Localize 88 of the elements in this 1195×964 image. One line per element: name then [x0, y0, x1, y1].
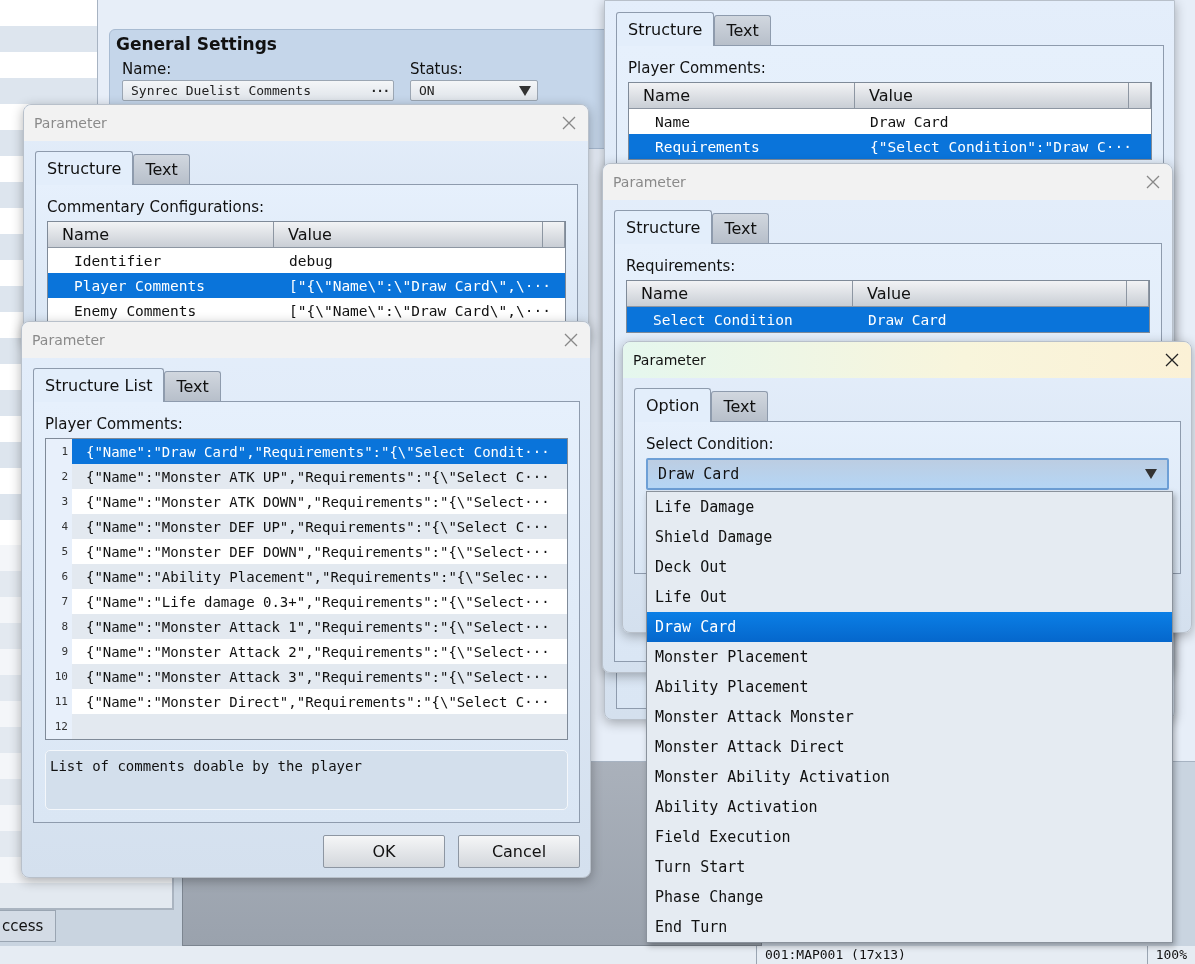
column-header: Value [855, 83, 1129, 109]
caret-icon [1145, 469, 1157, 479]
list-item[interactable]: {"Name":"Life damage 0.3+","Requirements":"{\"Select··· [72, 589, 567, 614]
line-number: 10 [46, 664, 72, 689]
table-cell-text: Requirements [654, 138, 761, 155]
table-cell-text: debug [288, 252, 334, 269]
dropdown-option[interactable]: Field Execution [647, 822, 1172, 852]
dropdown-option[interactable]: Shield Damage [647, 522, 1172, 552]
dropdown-option[interactable]: Monster Ability Activation [647, 762, 1172, 792]
table-cell-text: Identifier [73, 252, 163, 269]
dropdown-option[interactable]: Life Out [647, 582, 1172, 612]
table-cell-text: Enemy Comments [73, 302, 198, 319]
line-number: 3 [46, 489, 72, 514]
table-cell-text: Draw Card [867, 311, 948, 328]
table-row[interactable]: Select Condition Draw Card [627, 307, 1149, 332]
dropdown-option[interactable]: Monster Attack Monster [647, 702, 1172, 732]
status-dropdown[interactable]: ON [410, 80, 538, 101]
tab[interactable]: Structure [614, 210, 713, 244]
list-item[interactable]: {"Name":"Monster Attack 2","Requirements":"{\"Select··· [72, 639, 567, 664]
column-header: Value [853, 281, 1127, 307]
tab[interactable]: Text [712, 213, 769, 243]
tab[interactable]: ccess [0, 910, 56, 942]
field-label: Select Condition: [646, 435, 775, 453]
tab[interactable]: Structure List [33, 368, 165, 402]
column-header: Name [48, 222, 274, 248]
dialog-title: Parameter [633, 352, 706, 368]
line-number: 9 [46, 639, 72, 664]
caret-icon [519, 85, 531, 96]
table-cell-text: Draw Card [869, 113, 950, 130]
description-box: List of comments doable by the player [45, 750, 568, 810]
table-row[interactable]: Requirements {"Select Condition":"Draw C··· [629, 134, 1151, 159]
table-cell-text: Name [654, 113, 691, 130]
group-title: General Settings [116, 34, 278, 54]
tab[interactable]: Text [714, 15, 771, 45]
field-label: Requirements: [626, 257, 737, 275]
dropdown-option[interactable]: End Turn [647, 912, 1172, 942]
table-cell-text: Select Condition [652, 311, 794, 328]
column-header: Name [627, 281, 853, 307]
tab[interactable]: Structure [616, 12, 715, 46]
field-label: Status: [410, 60, 464, 78]
dropdown-option[interactable]: Deck Out [647, 552, 1172, 582]
field-label: Name: [122, 60, 173, 78]
condition-dropdown[interactable]: Draw Card [646, 458, 1169, 490]
dialog-title: Parameter [32, 332, 105, 348]
dialog-title: Parameter [613, 174, 686, 190]
name-field[interactable]: Synrec Duelist Comments ··· [122, 80, 394, 101]
tab[interactable]: Structure [35, 151, 134, 185]
dropdown-option[interactable]: Monster Attack Direct [647, 732, 1172, 762]
dropdown-option[interactable]: Phase Change [647, 882, 1172, 912]
table-cell-text: {"Select Condition":"Draw C··· [869, 138, 1133, 155]
table-cell-text: ["{\"Name\":\"Draw Card\",\··· [288, 302, 552, 319]
dropdown-option[interactable]: Ability Placement [647, 672, 1172, 702]
table-cell-text: ["{\"Name\":\"Draw Card\",\··· [288, 277, 552, 294]
line-number: 2 [46, 464, 72, 489]
dropdown-option[interactable]: Ability Activation [647, 792, 1172, 822]
ok-button[interactable]: OK [323, 835, 445, 868]
line-number: 6 [46, 564, 72, 589]
dropdown-option[interactable]: Draw Card [647, 612, 1172, 642]
table-cell-text: Player Comments [73, 277, 206, 294]
line-number: 8 [46, 614, 72, 639]
list-item[interactable]: {"Name":"Monster Direct","Requirements":"{\"Select C··· [72, 689, 567, 714]
list-item[interactable]: {"Name":"Monster DEF DOWN","Requirements":"{\"Select··· [72, 539, 567, 564]
cancel-button[interactable]: Cancel [458, 835, 580, 868]
column-header: Value [274, 222, 543, 248]
line-number: 11 [46, 689, 72, 714]
column-header: Name [629, 83, 855, 109]
line-number: 1 [46, 439, 72, 464]
dropdown-option[interactable]: Turn Start [647, 852, 1172, 882]
line-number: 7 [46, 589, 72, 614]
tab[interactable]: Text [164, 371, 221, 401]
line-number: 5 [46, 539, 72, 564]
field-label: Player Comments: [628, 59, 767, 77]
tab[interactable]: Option [634, 388, 712, 422]
field-label: Commentary Configurations: [47, 198, 266, 216]
dialog-title: Parameter [34, 115, 107, 131]
list-item[interactable]: {"Name":"Draw Card","Requirements":"{\"Select Condit··· [72, 439, 567, 464]
map-status: 001:MAP001 (17x13) [756, 946, 1147, 964]
field-label: Player Comments: [45, 415, 184, 433]
dropdown-option[interactable]: Monster Placement [647, 642, 1172, 672]
close-icon[interactable] [1165, 353, 1179, 367]
tab[interactable]: Text [133, 154, 190, 184]
line-number: 4 [46, 514, 72, 539]
table-row[interactable]: Player Comments ["{\"Name\":\"Draw Card\",\··· [48, 273, 565, 298]
line-number: 12 [46, 714, 72, 739]
tab[interactable]: Text [711, 391, 768, 421]
list-item[interactable]: {"Name":"Monster ATK DOWN","Requirements":"{\"Select··· [72, 489, 567, 514]
zoom-status: 100% [1146, 946, 1195, 964]
dropdown-option[interactable]: Life Damage [647, 492, 1172, 522]
